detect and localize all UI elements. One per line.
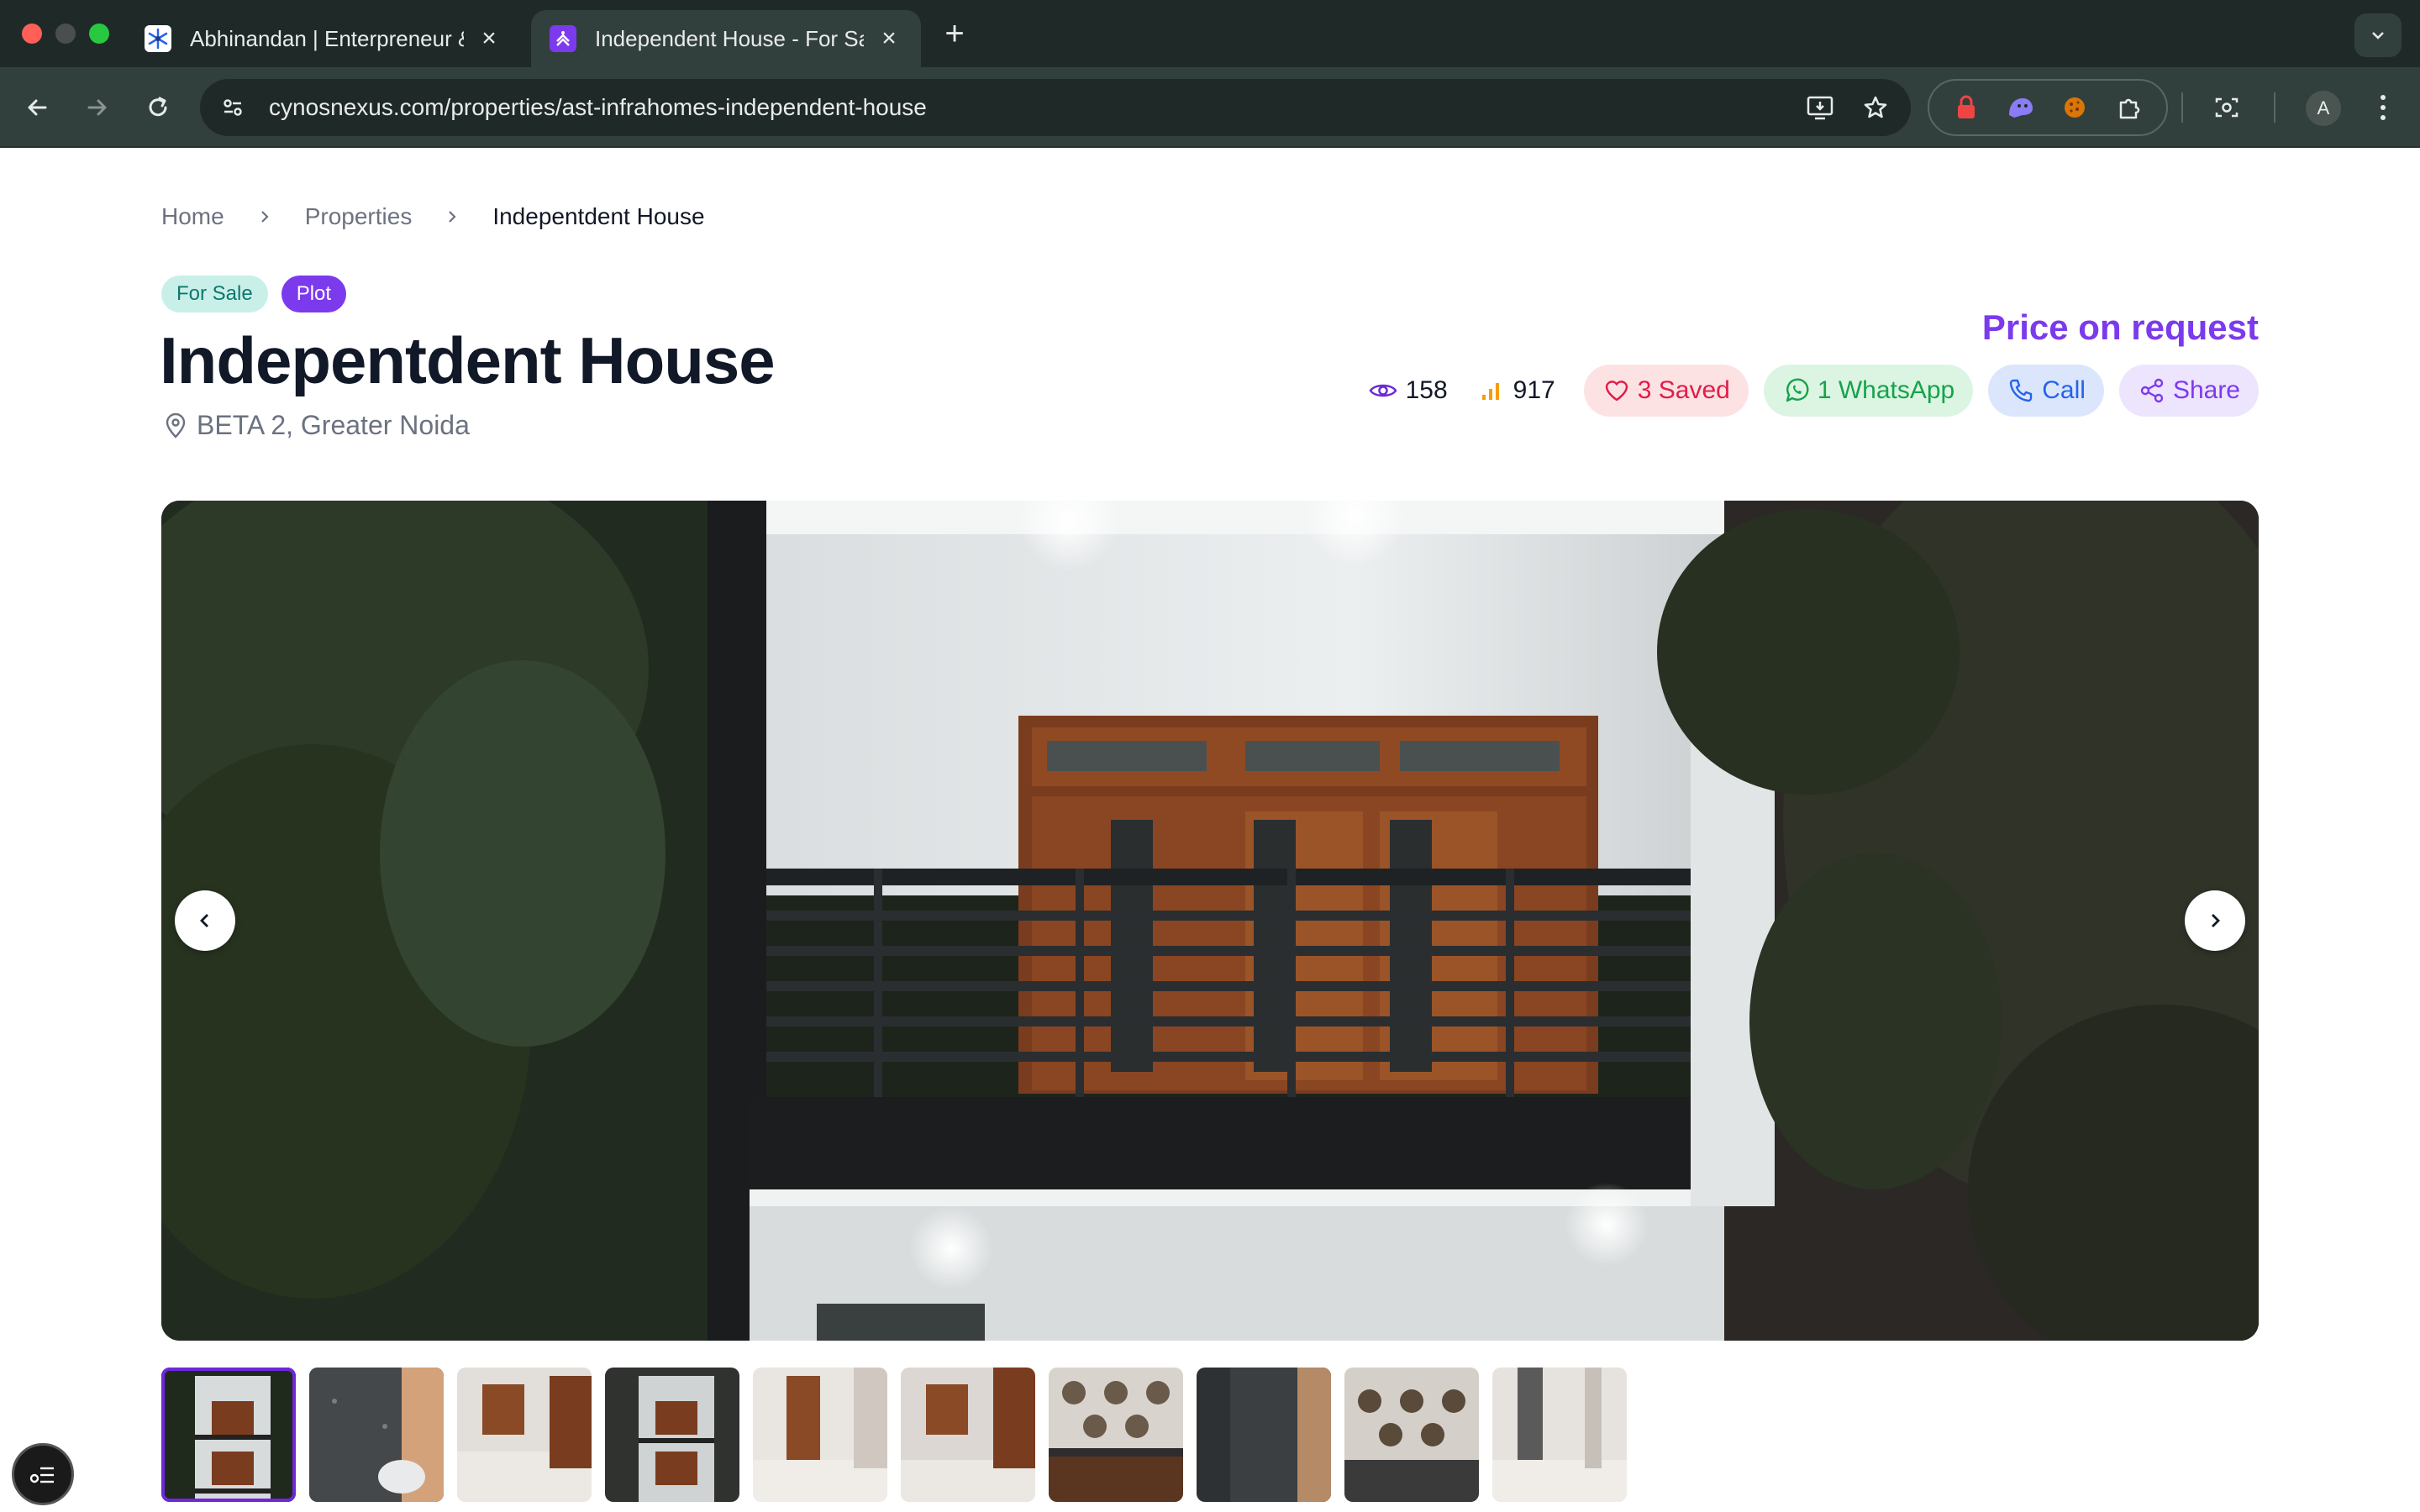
site-settings-icon[interactable] <box>212 87 254 129</box>
whatsapp-label: 1 WhatsApp <box>1817 376 1955 404</box>
call-label: Call <box>2042 376 2086 404</box>
window-minimize-button[interactable] <box>55 24 76 44</box>
chevron-right-icon <box>248 208 281 225</box>
new-tab-button[interactable]: + <box>938 17 971 50</box>
property-price: Price on request <box>1981 307 2259 347</box>
impressions-stat: 917 <box>1476 376 1555 405</box>
toolbar-divider <box>2181 92 2183 123</box>
breadcrumb-properties-link[interactable]: Properties <box>305 203 413 230</box>
views-count: 158 <box>1405 376 1448 404</box>
kebab-menu-icon[interactable] <box>2363 87 2403 128</box>
tab-close-icon[interactable]: × <box>476 24 502 52</box>
gallery-thumbnail[interactable] <box>605 1368 739 1502</box>
heart-icon <box>1602 376 1631 405</box>
window-close-button[interactable] <box>22 24 42 44</box>
gallery-thumbnail[interactable] <box>161 1368 296 1502</box>
share-button[interactable]: Share <box>2118 365 2259 417</box>
tab-search-button[interactable] <box>2354 13 2402 57</box>
gallery-thumbnail[interactable] <box>753 1368 887 1502</box>
gallery-next-button[interactable] <box>2185 890 2245 951</box>
property-image-gallery[interactable] <box>161 501 2259 1341</box>
list-filter-icon <box>29 1467 54 1483</box>
window-zoom-button[interactable] <box>89 24 109 44</box>
lock-extension-icon[interactable] <box>1948 89 1985 126</box>
puzzle-extensions-icon[interactable] <box>2111 89 2148 126</box>
page-title: Indepentdent House <box>160 323 776 397</box>
cynosnexus-favicon-icon <box>550 25 576 52</box>
browser-tab-strip: Abhinandan | Enterpreneur & Tech × Indep… <box>0 0 2420 67</box>
install-app-icon[interactable] <box>1800 87 1840 128</box>
breadcrumb-home-link[interactable]: Home <box>161 203 224 230</box>
call-button[interactable]: Call <box>1988 365 2104 417</box>
chevron-right-icon <box>2212 914 2220 927</box>
floating-menu-button[interactable] <box>12 1443 74 1505</box>
signal-bars-icon <box>1476 376 1505 405</box>
map-pin-icon <box>163 412 188 438</box>
profile-avatar[interactable]: A <box>2306 91 2341 126</box>
browser-toolbar: cynosnexus.com/properties/ast-infrahomes… <box>0 67 2420 148</box>
ghost-extension-icon[interactable] <box>2002 89 2039 126</box>
chevron-right-icon <box>435 208 469 225</box>
snowflake-favicon-icon <box>145 25 171 52</box>
property-location: BETA 2, Greater Noida <box>163 410 470 441</box>
toolbar-divider <box>2274 92 2275 123</box>
whatsapp-icon <box>1782 376 1811 405</box>
forward-button[interactable] <box>77 87 118 128</box>
eye-icon <box>1369 376 1397 405</box>
for-sale-badge: For Sale <box>161 276 268 312</box>
browser-tab-abhinandan[interactable]: Abhinandan | Enterpreneur & Tech × <box>126 10 521 67</box>
property-stats: 158 917 3 Saved 1 WhatsApp Call Share <box>1369 365 2259 417</box>
house-photo <box>161 501 2259 1341</box>
property-type-badge: Plot <box>281 276 347 312</box>
reload-icon <box>149 97 167 117</box>
arrow-right-icon <box>87 99 107 116</box>
gallery-thumbnail[interactable] <box>901 1368 1035 1502</box>
gallery-thumbnail[interactable] <box>1492 1368 1627 1502</box>
views-stat: 158 <box>1369 376 1448 405</box>
saved-button[interactable]: 3 Saved <box>1583 365 1749 417</box>
bookmark-star-icon[interactable] <box>1855 87 1896 128</box>
gallery-thumbnail[interactable] <box>1197 1368 1331 1502</box>
tab-title: Independent House - For Sale <box>595 25 864 51</box>
breadcrumb: Home Properties Indepentdent House <box>161 203 705 230</box>
badge-group: For Sale Plot <box>161 276 347 312</box>
chevron-down-icon <box>2372 32 2384 39</box>
back-button[interactable] <box>17 87 57 128</box>
browser-tab-independent-house[interactable]: Independent House - For Sale × <box>531 10 921 67</box>
chevron-left-icon <box>200 914 208 927</box>
gallery-thumbnail[interactable] <box>457 1368 592 1502</box>
gallery-thumbnail[interactable] <box>1344 1368 1479 1502</box>
share-label: Share <box>2172 376 2240 404</box>
cookie-extension-icon[interactable] <box>2056 89 2093 126</box>
saved-label: 3 Saved <box>1637 376 1730 404</box>
impressions-count: 917 <box>1512 376 1555 404</box>
breadcrumb-current: Indepentdent House <box>492 203 705 229</box>
url-text: cynosnexus.com/properties/ast-infrahomes… <box>269 94 927 120</box>
tab-title: Abhinandan | Enterpreneur & Tech <box>190 25 464 51</box>
reload-button[interactable] <box>138 87 178 128</box>
gallery-thumbnail[interactable] <box>1049 1368 1183 1502</box>
address-bar[interactable]: cynosnexus.com/properties/ast-infrahomes… <box>200 79 1911 136</box>
arrow-left-icon <box>28 99 47 116</box>
share-icon <box>2138 376 2166 405</box>
extensions-group <box>1928 79 2168 136</box>
property-page: Home Properties Indepentdent House For S… <box>0 148 2420 1512</box>
tab-close-icon[interactable]: × <box>876 24 902 52</box>
whatsapp-button[interactable]: 1 WhatsApp <box>1763 365 1974 417</box>
location-text: BETA 2, Greater Noida <box>197 410 470 440</box>
gallery-thumbnail[interactable] <box>309 1368 444 1502</box>
phone-icon <box>2007 376 2035 405</box>
screenshot-icon[interactable] <box>2207 87 2247 128</box>
gallery-previous-button[interactable] <box>175 890 235 951</box>
gallery-thumbnails <box>161 1368 1627 1502</box>
